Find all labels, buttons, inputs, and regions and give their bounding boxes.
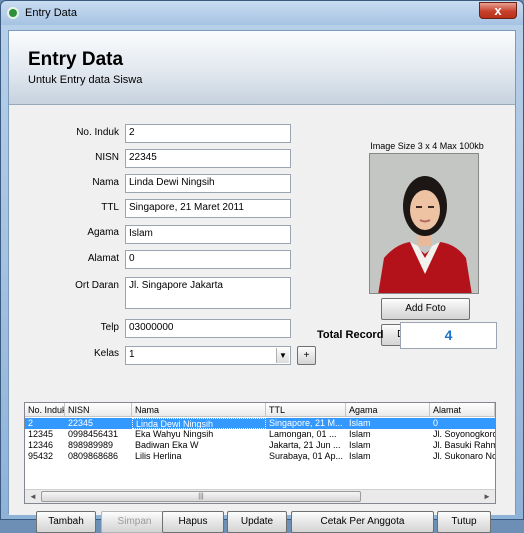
column-header[interactable]: Alamat [430,403,495,417]
page-subtitle: Untuk Entry data Siswa [28,74,143,86]
student-grid[interactable]: No. Induk NISN Nama TTL Agama Alamat 2 2… [24,402,496,504]
no-induk-label: No. Induk [76,127,119,138]
ortu-field[interactable]: Jl. Singapore Jakarta [125,277,291,309]
add-kelas-button[interactable]: + [297,346,316,365]
kelas-label: Kelas [93,348,119,359]
app-icon [7,7,19,19]
form-panel: No. Induk 2 NISN 22345 Nama Linda Dewi N… [9,106,515,533]
table-cell: Linda Dewi Ningsih [132,418,266,429]
table-cell: 0998456431 [68,429,119,439]
agama-field[interactable]: Islam [125,225,291,244]
table-row[interactable]: 2 22345 Linda Dewi Ningsih Singapore, 21… [25,418,495,429]
agama-label: Agama [87,227,119,238]
scroll-right-icon[interactable]: ► [480,490,494,503]
table-row[interactable]: 95432 0809868686 Lilis Herlina Surabaya,… [25,451,495,462]
ortu-label: Ort Daran [75,280,119,291]
column-header[interactable]: NISN [65,403,132,417]
table-cell: Jl. Basuki Rahm... [433,440,495,450]
photo-caption: Image Size 3 x 4 Max 100kb [370,141,484,151]
table-cell: Singapore, 21 M... [269,418,343,428]
column-header[interactable]: Nama [132,403,266,417]
total-record-label: Total Record [317,329,384,341]
simpan-button[interactable]: Simpan [101,511,168,533]
table-cell: 0 [433,418,439,428]
horizontal-scrollbar[interactable]: ◄ ||| ► [25,489,495,503]
alamat-label: Alamat [87,253,119,264]
table-cell: 12345 [28,429,54,439]
tutup-button[interactable]: Tutup [437,511,491,533]
cetak-per-anggota-button[interactable]: Cetak Per Anggota [291,511,434,533]
kelas-value: 1 [129,349,135,360]
table-cell: 95432 [28,451,54,461]
column-header[interactable]: Agama [346,403,430,417]
table-cell: Eka Wahyu Ningsih [135,429,214,439]
table-cell: Jl. Soyonogkoro [433,429,495,439]
total-record-value: 4 [400,322,497,349]
header-banner: Entry Data Untuk Entry data Siswa [9,31,515,105]
table-cell: Badiwan Eka W [135,440,199,450]
table-cell: Jl. Sukonaro No... [433,451,495,461]
entry-data-window: Entry Data x Entry Data Untuk Entry data… [0,0,524,533]
telp-label: Telp [100,322,119,333]
table-cell: Surabaya, 01 Ap... [269,451,344,461]
scrollbar-thumb[interactable]: ||| [41,491,361,502]
alamat-field[interactable]: 0 [125,250,291,269]
client-area: Entry Data Untuk Entry data Siswa No. In… [8,30,516,533]
scroll-left-icon[interactable]: ◄ [26,490,40,503]
table-cell: Islam [349,418,371,428]
table-cell: Islam [349,440,371,450]
title-bar[interactable]: Entry Data x [1,1,523,25]
window-title: Entry Data [25,7,77,19]
student-photo [369,153,479,294]
hapus-button[interactable]: Hapus [162,511,224,533]
ttl-label: TTL [101,202,119,213]
table-cell: Islam [349,451,371,461]
nama-label: Nama [92,177,119,188]
table-row[interactable]: 12346 898989989 Badiwan Eka W Jakarta, 2… [25,440,495,451]
no-induk-field[interactable]: 2 [125,124,291,143]
nisn-label: NISN [95,152,119,163]
table-cell: Lilis Herlina [135,451,182,461]
kelas-select[interactable]: 1 ▼ [125,346,291,365]
update-button[interactable]: Update [227,511,287,533]
tambah-button[interactable]: Tambah [36,511,96,533]
table-cell: 22345 [68,418,94,428]
chevron-down-icon[interactable]: ▼ [276,348,289,363]
column-header[interactable]: TTL [266,403,346,417]
close-button[interactable]: x [479,2,517,19]
table-cell: 2 [28,418,34,428]
grid-header: No. Induk NISN Nama TTL Agama Alamat [25,403,495,417]
page-title: Entry Data [28,49,124,70]
table-cell: 0809868686 [68,451,119,461]
telp-field[interactable]: 03000000 [125,319,291,338]
table-cell: 898989989 [68,440,114,450]
nisn-field[interactable]: 22345 [125,149,291,168]
add-foto-button[interactable]: Add Foto [381,298,470,320]
photo-portrait-icon [370,154,478,293]
table-row[interactable]: 12345 0998456431 Eka Wahyu Ningsih Lamon… [25,429,495,440]
table-cell: Islam [349,429,371,439]
ttl-field[interactable]: Singapore, 21 Maret 2011 [125,199,291,218]
table-cell: Jakarta, 21 Jun ... [269,440,341,450]
nama-field[interactable]: Linda Dewi Ningsih [125,174,291,193]
table-cell: 12346 [28,440,54,450]
table-cell: Lamongan, 01 ... [269,429,337,439]
column-header[interactable]: No. Induk [25,403,65,417]
